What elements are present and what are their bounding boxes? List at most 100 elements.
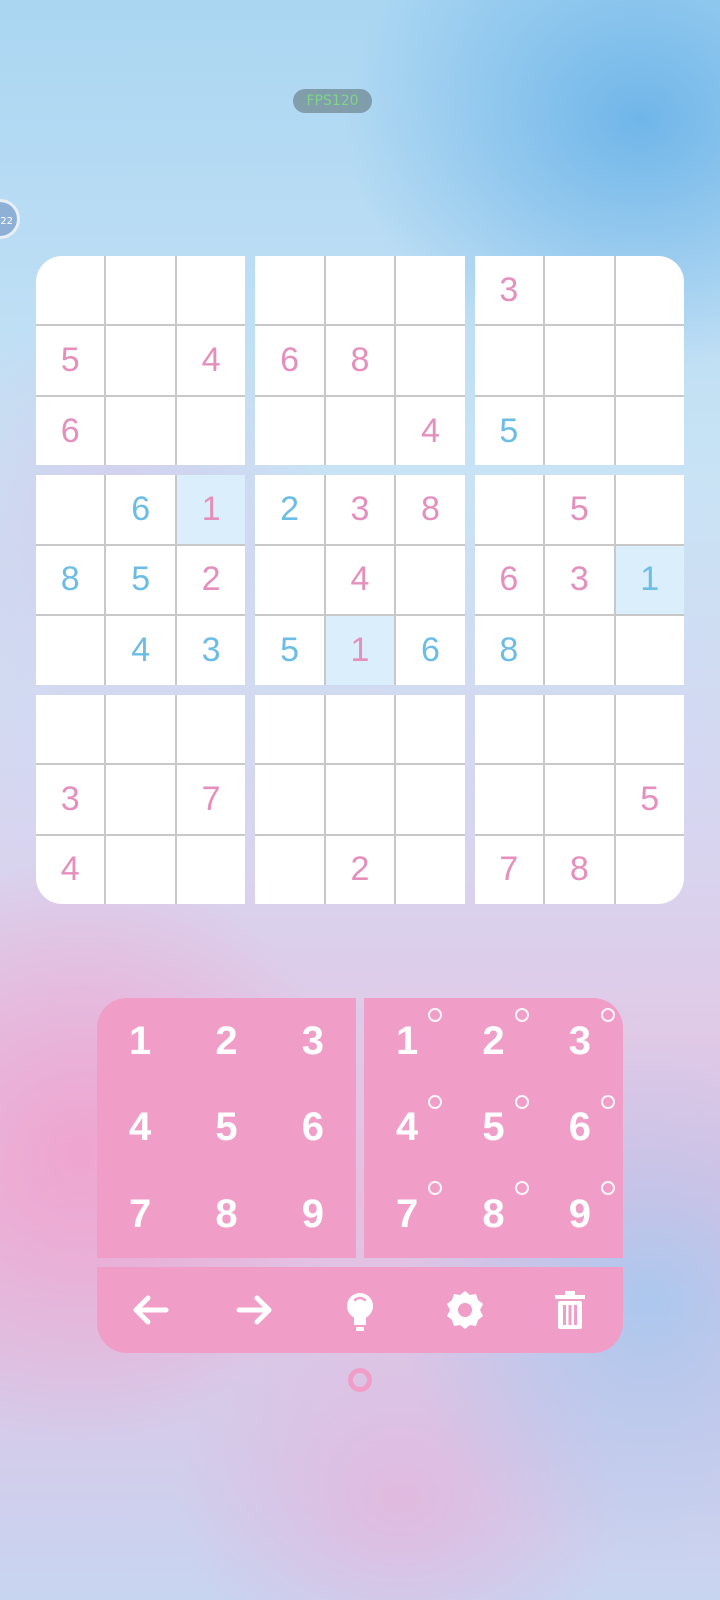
sudoku-cell[interactable] — [474, 694, 544, 764]
bottom-ring-button[interactable] — [348, 1368, 372, 1392]
number-key[interactable]: 2 — [183, 998, 269, 1085]
sudoku-cell[interactable] — [615, 835, 684, 904]
sudoku-cell[interactable]: 8 — [36, 545, 105, 615]
sudoku-cell[interactable] — [545, 616, 614, 685]
number-key[interactable]: 4 — [97, 1085, 183, 1172]
sudoku-cell[interactable]: 7 — [474, 835, 544, 904]
sudoku-cell[interactable] — [255, 765, 324, 834]
sudoku-cell[interactable]: 6 — [474, 545, 544, 615]
sudoku-cell[interactable]: 6 — [36, 396, 105, 466]
note-key[interactable]: 4 — [364, 1085, 450, 1172]
sudoku-cell[interactable]: 8 — [396, 475, 465, 544]
sudoku-cell[interactable] — [36, 694, 105, 764]
sudoku-cell[interactable] — [176, 256, 246, 325]
note-key[interactable]: 2 — [450, 998, 536, 1085]
sudoku-cell[interactable] — [615, 396, 684, 466]
floating-side-button[interactable]: 22 — [0, 199, 20, 239]
sudoku-cell[interactable] — [545, 256, 614, 325]
sudoku-cell[interactable] — [615, 616, 684, 685]
sudoku-cell[interactable] — [106, 694, 175, 764]
number-key[interactable]: 8 — [183, 1171, 269, 1258]
note-key[interactable]: 6 — [537, 1085, 623, 1172]
note-key[interactable]: 7 — [364, 1171, 450, 1258]
sudoku-cell[interactable]: 7 — [176, 765, 246, 834]
sudoku-cell[interactable]: 3 — [545, 545, 614, 615]
number-key[interactable]: 5 — [183, 1085, 269, 1172]
sudoku-cell[interactable] — [396, 256, 465, 325]
sudoku-cell[interactable] — [255, 256, 324, 325]
sudoku-cell[interactable] — [545, 765, 614, 834]
note-key[interactable]: 8 — [450, 1171, 536, 1258]
sudoku-cell[interactable]: 4 — [176, 326, 246, 395]
sudoku-cell[interactable] — [325, 694, 395, 764]
sudoku-cell[interactable] — [396, 326, 465, 395]
sudoku-cell[interactable]: 5 — [545, 475, 614, 544]
sudoku-cell[interactable]: 3 — [325, 475, 395, 544]
sudoku-cell[interactable] — [325, 256, 395, 325]
number-key[interactable]: 9 — [270, 1171, 356, 1258]
sudoku-cell[interactable]: 2 — [255, 475, 324, 544]
sudoku-cell[interactable] — [255, 396, 324, 466]
sudoku-cell[interactable] — [325, 396, 395, 466]
sudoku-cell[interactable] — [545, 694, 614, 764]
sudoku-cell[interactable] — [176, 396, 246, 466]
erase-button[interactable] — [535, 1275, 605, 1345]
undo-button[interactable] — [115, 1275, 185, 1345]
sudoku-cell[interactable] — [396, 545, 465, 615]
sudoku-cell[interactable] — [36, 256, 105, 325]
sudoku-cell[interactable]: 8 — [474, 616, 544, 685]
sudoku-cell[interactable] — [106, 256, 175, 325]
sudoku-cell[interactable]: 2 — [176, 545, 246, 615]
note-key[interactable]: 5 — [450, 1085, 536, 1172]
sudoku-cell[interactable]: 6 — [255, 326, 324, 395]
sudoku-cell[interactable]: 8 — [545, 835, 614, 904]
sudoku-cell[interactable] — [396, 765, 465, 834]
number-key[interactable]: 3 — [270, 998, 356, 1085]
sudoku-cell[interactable]: 3 — [36, 765, 105, 834]
sudoku-cell[interactable] — [396, 835, 465, 904]
sudoku-cell[interactable]: 6 — [106, 475, 175, 544]
sudoku-cell[interactable] — [255, 835, 324, 904]
sudoku-cell[interactable]: 4 — [396, 396, 465, 466]
sudoku-cell[interactable]: 1 — [176, 475, 246, 544]
sudoku-cell[interactable] — [615, 256, 684, 325]
sudoku-cell[interactable] — [615, 694, 684, 764]
sudoku-cell[interactable]: 1 — [615, 545, 684, 615]
redo-button[interactable] — [220, 1275, 290, 1345]
sudoku-cell[interactable]: 5 — [255, 616, 324, 685]
sudoku-cell[interactable] — [255, 545, 324, 615]
sudoku-cell[interactable]: 8 — [325, 326, 395, 395]
sudoku-cell[interactable]: 2 — [325, 835, 395, 904]
sudoku-cell[interactable] — [255, 694, 324, 764]
sudoku-cell[interactable] — [176, 694, 246, 764]
number-key[interactable]: 1 — [97, 998, 183, 1085]
number-key[interactable]: 7 — [97, 1171, 183, 1258]
sudoku-cell[interactable] — [36, 475, 105, 544]
sudoku-cell[interactable]: 4 — [106, 616, 175, 685]
note-key[interactable]: 1 — [364, 998, 450, 1085]
note-key[interactable]: 3 — [537, 998, 623, 1085]
sudoku-cell[interactable] — [615, 326, 684, 395]
number-key[interactable]: 6 — [270, 1085, 356, 1172]
sudoku-cell[interactable] — [474, 475, 544, 544]
sudoku-cell[interactable]: 3 — [474, 256, 544, 325]
sudoku-cell[interactable] — [106, 835, 175, 904]
sudoku-cell[interactable] — [325, 765, 395, 834]
sudoku-cell[interactable]: 3 — [176, 616, 246, 685]
sudoku-cell[interactable] — [106, 396, 175, 466]
sudoku-cell[interactable] — [474, 326, 544, 395]
sudoku-cell[interactable]: 1 — [325, 616, 395, 685]
sudoku-cell[interactable]: 5 — [615, 765, 684, 834]
hint-button[interactable] — [325, 1275, 395, 1345]
sudoku-cell[interactable] — [176, 835, 246, 904]
sudoku-cell[interactable]: 6 — [396, 616, 465, 685]
sudoku-cell[interactable]: 5 — [36, 326, 105, 395]
sudoku-cell[interactable] — [36, 616, 105, 685]
sudoku-cell[interactable] — [106, 765, 175, 834]
sudoku-cell[interactable] — [615, 475, 684, 544]
sudoku-cell[interactable]: 5 — [474, 396, 544, 466]
note-key[interactable]: 9 — [537, 1171, 623, 1258]
sudoku-cell[interactable]: 5 — [106, 545, 175, 615]
sudoku-cell[interactable] — [106, 326, 175, 395]
sudoku-cell[interactable] — [545, 326, 614, 395]
